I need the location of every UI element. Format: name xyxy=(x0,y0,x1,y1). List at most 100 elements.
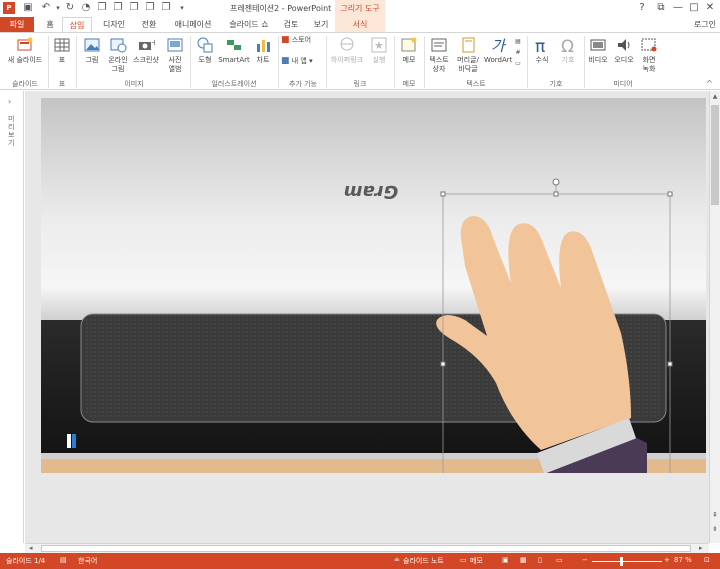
tab-review[interactable]: 검토 xyxy=(278,17,304,33)
video-button[interactable]: 비디오 xyxy=(586,36,610,65)
speaker-icon xyxy=(618,39,630,51)
quick-access-icon-3[interactable]: ❐ xyxy=(112,2,124,14)
symbol-button[interactable]: Ω 기호 xyxy=(556,36,580,65)
fit-slide-icon[interactable]: ⊡ xyxy=(704,556,710,564)
resize-handle[interactable] xyxy=(667,191,673,197)
table-button[interactable]: 표 xyxy=(50,36,74,65)
picture-icon xyxy=(84,38,100,52)
notes-icon: ≐ xyxy=(394,556,400,564)
tab-slideshow[interactable]: 슬라이드 쇼 xyxy=(224,17,274,33)
help-button[interactable]: ? xyxy=(634,1,650,15)
resize-handle[interactable] xyxy=(553,191,559,197)
smartart-button[interactable]: SmartArt xyxy=(218,36,250,65)
tab-design[interactable]: 디자인 xyxy=(96,17,132,33)
save-icon[interactable]: ▣ xyxy=(22,2,34,14)
new-slide-label: 새 슬라이드 xyxy=(7,56,43,64)
group-label-symbols: 기호 xyxy=(549,80,563,88)
group-label-illustrations: 일러스트레이션 xyxy=(211,80,257,88)
maximize-button[interactable]: □ xyxy=(686,1,702,15)
redo-icon[interactable]: ↻ xyxy=(64,2,76,14)
picture-button[interactable]: 그림 xyxy=(80,36,104,65)
action-button[interactable]: ★ 실행 xyxy=(368,36,390,65)
zoom-in-icon[interactable]: + xyxy=(664,556,670,564)
hyperlink-icon xyxy=(340,37,354,51)
quick-access-icon-1[interactable]: ◔ xyxy=(80,2,92,14)
screen-recording-button[interactable]: 화면 녹화 xyxy=(638,36,660,74)
resize-handle[interactable] xyxy=(440,191,446,197)
wordart-button[interactable]: 가 WordArt xyxy=(484,36,512,65)
collapse-ribbon-icon[interactable]: ^ xyxy=(706,79,713,88)
zoom-out-icon[interactable]: − xyxy=(582,556,588,564)
my-apps-button[interactable]: ■ 내 앱 ▾ xyxy=(281,57,321,66)
quick-access-icon-6[interactable]: ❐ xyxy=(160,2,172,14)
undo-dropdown-icon[interactable]: ▾ xyxy=(52,2,64,14)
slide-sorter-icon[interactable]: ▦ xyxy=(520,556,527,564)
slide-canvas[interactable]: Gram xyxy=(41,98,706,473)
resize-handle[interactable] xyxy=(667,361,673,367)
group-separator xyxy=(326,36,327,88)
text-extra-icons[interactable]: ▤ # ▭ xyxy=(513,36,523,69)
resize-handle[interactable] xyxy=(440,361,446,367)
tab-animations[interactable]: 애니메이션 xyxy=(166,17,220,33)
photo-album-button[interactable]: 사진 앨범 xyxy=(163,36,187,74)
tab-home[interactable]: 홈 xyxy=(40,17,60,33)
vertical-scroll-thumb[interactable] xyxy=(711,105,719,205)
shapes-label: 도형 xyxy=(198,56,212,64)
next-slide-icon[interactable]: ⇟ xyxy=(711,525,719,533)
comment-button[interactable]: 메모 xyxy=(397,36,421,65)
login-link[interactable]: 로그인 xyxy=(694,17,716,33)
horizontal-scrollbar[interactable]: ◂ ▸ xyxy=(25,543,709,553)
action-star-icon: ★ xyxy=(371,37,387,53)
tab-view[interactable]: 보기 xyxy=(308,17,334,33)
tab-format[interactable]: 서식 xyxy=(335,17,385,33)
scroll-left-icon[interactable]: ◂ xyxy=(29,544,33,552)
online-picture-button[interactable]: 온라인 그림 xyxy=(106,36,130,74)
expand-pane-icon[interactable]: › xyxy=(8,97,11,106)
action-label: 실행 xyxy=(372,56,386,64)
tab-transitions[interactable]: 전환 xyxy=(136,17,162,33)
new-slide-button[interactable]: 새 슬라이드 xyxy=(4,36,46,65)
language-indicator[interactable]: 한국어 xyxy=(78,556,97,566)
horizontal-scroll-thumb[interactable] xyxy=(41,545,691,552)
textbox-icon xyxy=(431,38,447,52)
undo-icon[interactable]: ↶ xyxy=(40,2,52,14)
ribbon-display-options-icon[interactable]: ⧉ xyxy=(653,1,669,15)
minimize-button[interactable]: — xyxy=(670,1,686,15)
screenshot-button[interactable]: + 스크린샷 xyxy=(131,36,161,65)
notes-button[interactable]: 슬라이드 노트 xyxy=(403,556,444,566)
customize-quick-access-icon[interactable]: ▾ xyxy=(176,2,188,14)
shapes-icon xyxy=(197,37,213,53)
chart-button[interactable]: 차트 xyxy=(252,36,274,65)
svg-text:가: 가 xyxy=(491,37,507,54)
previous-slide-icon[interactable]: ⇞ xyxy=(711,511,719,519)
header-footer-button[interactable]: 머리글/ 바닥글 xyxy=(454,36,482,74)
zoom-slider-thumb[interactable] xyxy=(620,557,623,566)
quick-access-icon-2[interactable]: ❐ xyxy=(96,2,108,14)
tab-file[interactable]: 파일 xyxy=(0,17,34,33)
equation-button[interactable]: π 수식 xyxy=(530,36,554,65)
spelling-icon[interactable]: ▤ xyxy=(60,556,67,564)
quick-access-icon-5[interactable]: ❐ xyxy=(144,2,156,14)
quick-access-icon-4[interactable]: ❐ xyxy=(128,2,140,14)
group-label-addins: 추가 기능 xyxy=(289,80,317,88)
my-apps-dropdown-icon: ▾ xyxy=(309,57,313,65)
zoom-slider-track[interactable] xyxy=(592,561,662,562)
store-button[interactable]: ■ 스토어 xyxy=(281,36,321,45)
shapes-button[interactable]: 도형 xyxy=(193,36,217,65)
slideshow-view-icon[interactable]: ▭ xyxy=(556,556,563,564)
scroll-up-icon[interactable]: ▲ xyxy=(711,93,719,100)
normal-view-icon[interactable]: ▣ xyxy=(502,556,509,564)
zoom-level[interactable]: 87 % xyxy=(674,556,692,564)
close-button[interactable]: ✕ xyxy=(702,1,718,15)
online-picture-label-1: 온라인 xyxy=(108,56,128,64)
rotate-handle-icon[interactable] xyxy=(552,178,560,186)
vertical-scrollbar[interactable]: ▲ ⇞ ⇟ xyxy=(709,91,720,543)
hyperlink-button[interactable]: 하이퍼링크 xyxy=(328,36,366,65)
reading-view-icon[interactable]: ▯ xyxy=(538,556,542,564)
group-label-comments: 메모 xyxy=(402,80,416,88)
comments-button[interactable]: 메모 xyxy=(470,556,483,566)
textbox-button[interactable]: 텍스트 상자 xyxy=(426,36,452,74)
audio-button[interactable]: 오디오 xyxy=(612,36,636,65)
scroll-right-icon[interactable]: ▸ xyxy=(699,544,703,552)
tab-insert[interactable]: 삽입 xyxy=(62,17,92,33)
